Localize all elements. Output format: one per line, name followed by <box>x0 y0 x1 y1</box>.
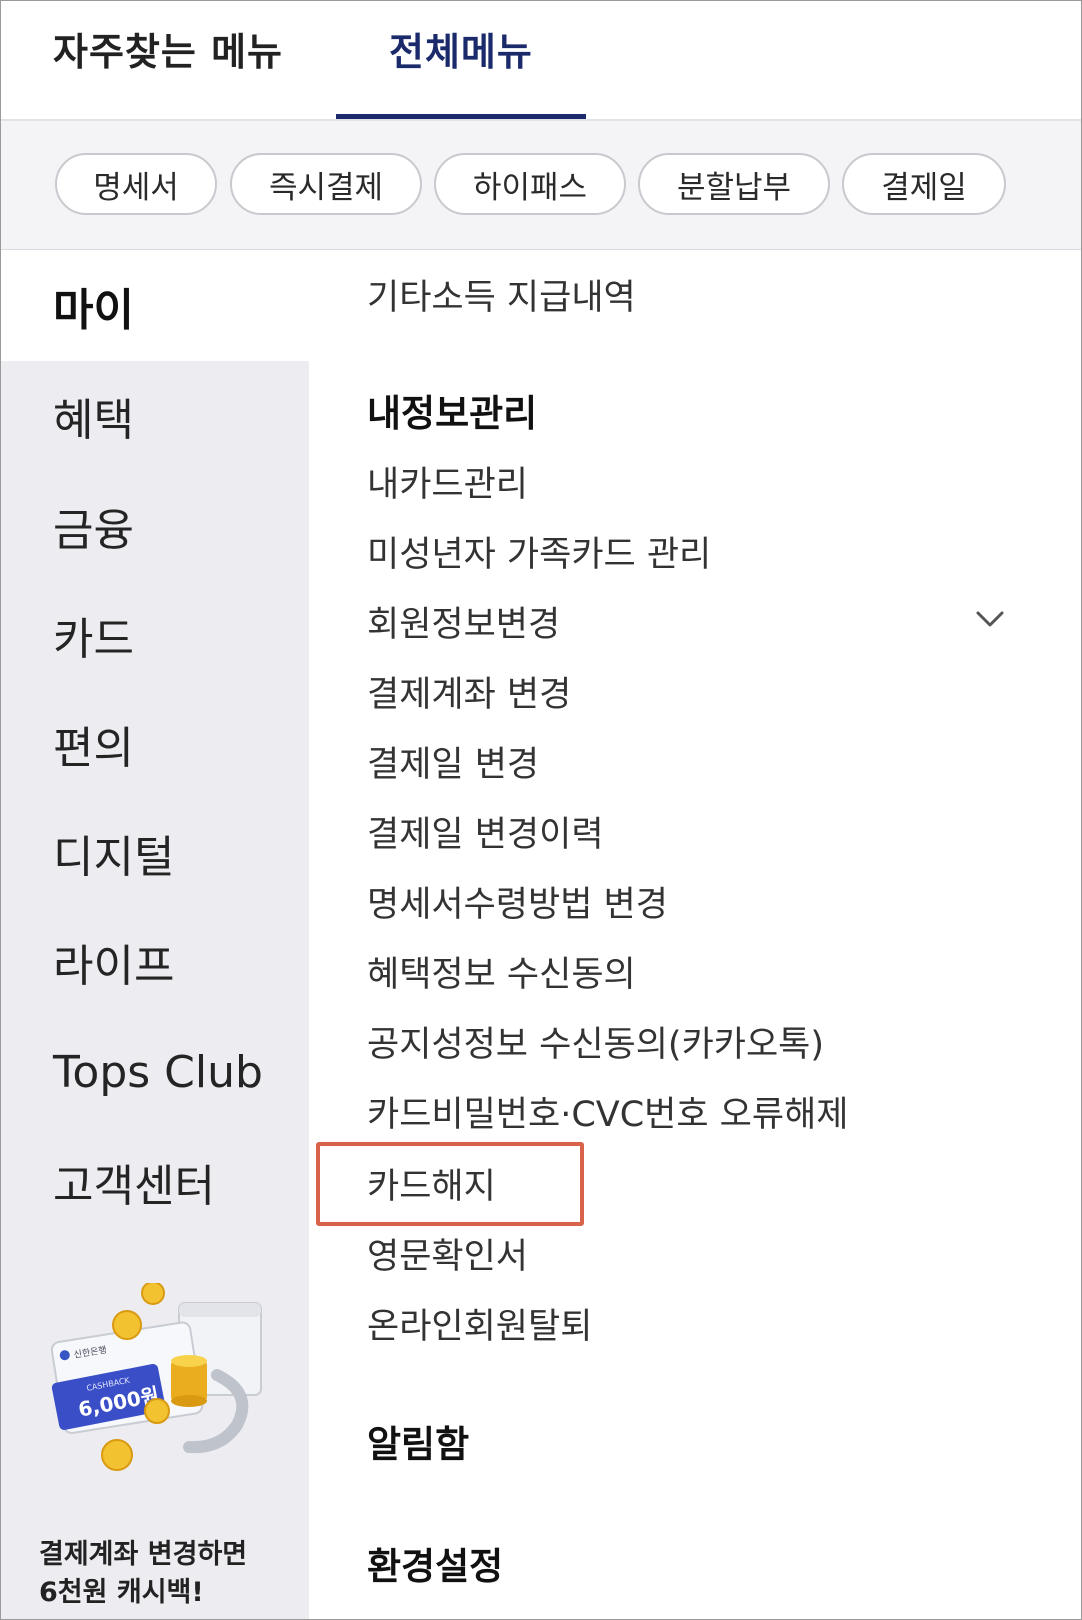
category-convenience[interactable]: 편의 <box>1 689 309 799</box>
chip-hipass[interactable]: 하이패스 <box>434 153 626 215</box>
active-tab-indicator <box>336 114 586 119</box>
chip-payment-date[interactable]: 결제일 <box>842 153 1006 215</box>
category-benefit[interactable]: 혜택 <box>1 361 309 471</box>
chip-installment[interactable]: 분할납부 <box>638 153 830 215</box>
menu-statement-delivery-change[interactable]: 명세서수령방법 변경 <box>367 876 668 927</box>
tab-bar: 자주찾는 메뉴 전체메뉴 <box>1 1 1081 121</box>
chip-statement[interactable]: 명세서 <box>55 153 217 215</box>
menu-my-card-management[interactable]: 내카드관리 <box>367 456 528 507</box>
menu-payment-account-change[interactable]: 결제계좌 변경 <box>367 666 571 717</box>
menu-card-password-cvc-unlock[interactable]: 카드비밀번호·CVC번호 오류해제 <box>367 1086 848 1137</box>
tab-frequent-menu[interactable]: 자주찾는 메뉴 <box>53 21 283 76</box>
section-settings[interactable]: 환경설정 <box>367 1536 503 1590</box>
category-digital[interactable]: 디지털 <box>1 798 309 908</box>
menu-notice-info-consent-kakao[interactable]: 공지성정보 수신동의(카카오톡) <box>367 1016 824 1067</box>
promo-line-2: 6천원 캐시백! <box>39 1577 204 1608</box>
menu-benefit-info-consent[interactable]: 혜택정보 수신동의 <box>367 946 636 997</box>
quick-chip-bar: 명세서 즉시결제 하이패스 분할납부 결제일 <box>1 121 1081 250</box>
highlight-box <box>316 1142 584 1226</box>
category-tops-club[interactable]: Tops Club <box>1 1017 309 1127</box>
promo-window-bar <box>179 1303 261 1317</box>
promo-line-1: 결제계좌 변경하면 <box>39 1539 248 1570</box>
menu-online-member-withdrawal[interactable]: 온라인회원탈퇴 <box>367 1298 592 1349</box>
category-finance[interactable]: 금융 <box>1 471 309 581</box>
chip-instant-payment[interactable]: 즉시결제 <box>230 153 422 215</box>
menu-payment-date-change[interactable]: 결제일 변경 <box>367 736 539 787</box>
tab-all-menu[interactable]: 전체메뉴 <box>389 21 533 76</box>
category-card[interactable]: 카드 <box>1 580 309 690</box>
cashback-promo-image[interactable]: 신한은행 CASHBACK 6,000원 <box>49 1283 279 1483</box>
chevron-down-icon[interactable] <box>973 604 1007 634</box>
category-life[interactable]: 라이프 <box>1 907 309 1017</box>
category-customer-center[interactable]: 고객센터 <box>1 1127 309 1237</box>
section-my-info-management[interactable]: 내정보관리 <box>367 383 537 437</box>
menu-english-certificate[interactable]: 영문확인서 <box>367 1228 528 1279</box>
section-notification-box[interactable]: 알림함 <box>367 1414 469 1468</box>
category-my[interactable]: 마이 <box>1 251 309 361</box>
menu-member-info-change[interactable]: 회원정보변경 <box>367 596 560 647</box>
cashback-promo-text[interactable]: 결제계좌 변경하면 6천원 캐시백! <box>39 1536 247 1612</box>
menu-minor-family-card[interactable]: 미성년자 가족카드 관리 <box>367 526 711 577</box>
menu-payment-date-history[interactable]: 결제일 변경이력 <box>367 806 604 857</box>
menu-other-income-history[interactable]: 기타소득 지급내역 <box>367 269 636 320</box>
app-frame: 자주찾는 메뉴 전체메뉴 명세서 즉시결제 하이패스 분할납부 결제일 마이 혜… <box>0 0 1082 1620</box>
